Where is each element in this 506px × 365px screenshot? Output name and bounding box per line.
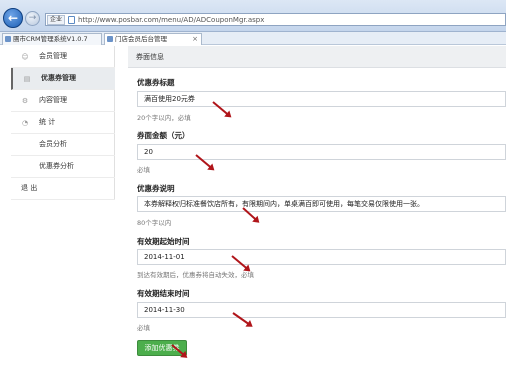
start-date-label: 有效期起始时间 (137, 237, 190, 246)
address-bar[interactable]: 企业 http://www.posbar.com/menu/AD/ADCoupo… (45, 13, 506, 26)
back-button[interactable]: ← (3, 8, 23, 28)
chart-icon: ◔ (21, 119, 29, 127)
coupon-icon: ▤ (23, 75, 31, 83)
sidebar-item-logout[interactable]: 退 出 (11, 178, 115, 200)
section-title: 券面信息 (128, 46, 506, 68)
sidebar-item-member-analysis[interactable]: 会员分析 (11, 134, 115, 156)
sidebar-item-content-management[interactable]: ⚙ 内容管理 (11, 90, 115, 112)
sidebar-item-member-management[interactable]: ☺ 会员管理 (11, 46, 115, 68)
sidebar-item-label: 退 出 (21, 184, 38, 192)
sidebar-item-label: 内容管理 (39, 96, 67, 104)
page-icon (68, 16, 75, 24)
amount-label: 券面金额（元） (137, 131, 190, 140)
description-input[interactable] (137, 196, 506, 212)
close-icon[interactable]: × (192, 34, 198, 44)
title-input[interactable] (137, 91, 506, 107)
tab-strip: 團市CRM管理系统V1.0.7 门店会员后台管理 × (0, 32, 506, 45)
sidebar-item-coupon-analysis[interactable]: 优惠券分析 (11, 156, 115, 178)
gear-icon: ⚙ (21, 97, 29, 105)
sidebar-item-label: 优惠券管理 (41, 74, 76, 82)
sidebar-item-label: 会员分析 (39, 140, 67, 148)
tab-store-admin[interactable]: 门店会员后台管理 × (104, 33, 202, 45)
title-label: 优惠券标题 (137, 78, 175, 87)
sidebar-item-coupon-management[interactable]: ▤ 优惠券管理 (11, 68, 115, 90)
browser-toolbar: ← → 企业 http://www.posbar.com/menu/AD/ADC… (0, 0, 506, 32)
security-dropdown[interactable]: 企业 (47, 15, 66, 25)
url-text[interactable]: http://www.posbar.com/menu/AD/ADCouponMg… (78, 15, 264, 25)
sidebar-item-label: 优惠券分析 (39, 162, 74, 170)
description-label: 优惠券说明 (137, 184, 175, 193)
start-date-hint: 到达有效期后，优惠券将自动失效，必填 (137, 271, 254, 279)
sidebar-item-statistics[interactable]: ◔ 统 计 (11, 112, 115, 134)
forward-button[interactable]: → (25, 11, 40, 26)
start-date-input[interactable] (137, 249, 506, 265)
amount-input[interactable] (137, 144, 506, 160)
tab-label: 门店会员后台管理 (115, 35, 167, 43)
user-icon: ☺ (21, 53, 29, 61)
end-date-label: 有效期结束时间 (137, 289, 190, 298)
sidebar-item-label: 会员管理 (39, 52, 67, 60)
tab-label: 團市CRM管理系统V1.0.7 (13, 35, 88, 43)
description-hint: 80个字以内 (137, 219, 172, 227)
sidebar-item-label: 统 计 (39, 118, 56, 126)
end-date-hint: 必填 (137, 324, 150, 332)
coupon-form: 券面信息 优惠券标题 20个字以内，必填 券面金额（元） 必填 优惠券说明 80… (128, 46, 506, 365)
sidebar: ☺ 会员管理 ▤ 优惠券管理 ⚙ 内容管理 ◔ 统 计 会员分析 优惠券分析 退… (11, 46, 115, 200)
tab-crm[interactable]: 團市CRM管理系统V1.0.7 (2, 33, 102, 45)
end-date-input[interactable] (137, 302, 506, 318)
add-coupon-button[interactable]: 添加优惠券 (137, 340, 187, 356)
amount-hint: 必填 (137, 166, 150, 174)
title-hint: 20个字以内，必填 (137, 114, 191, 122)
tab-page-icon (107, 36, 113, 42)
tab-page-icon (5, 36, 11, 42)
